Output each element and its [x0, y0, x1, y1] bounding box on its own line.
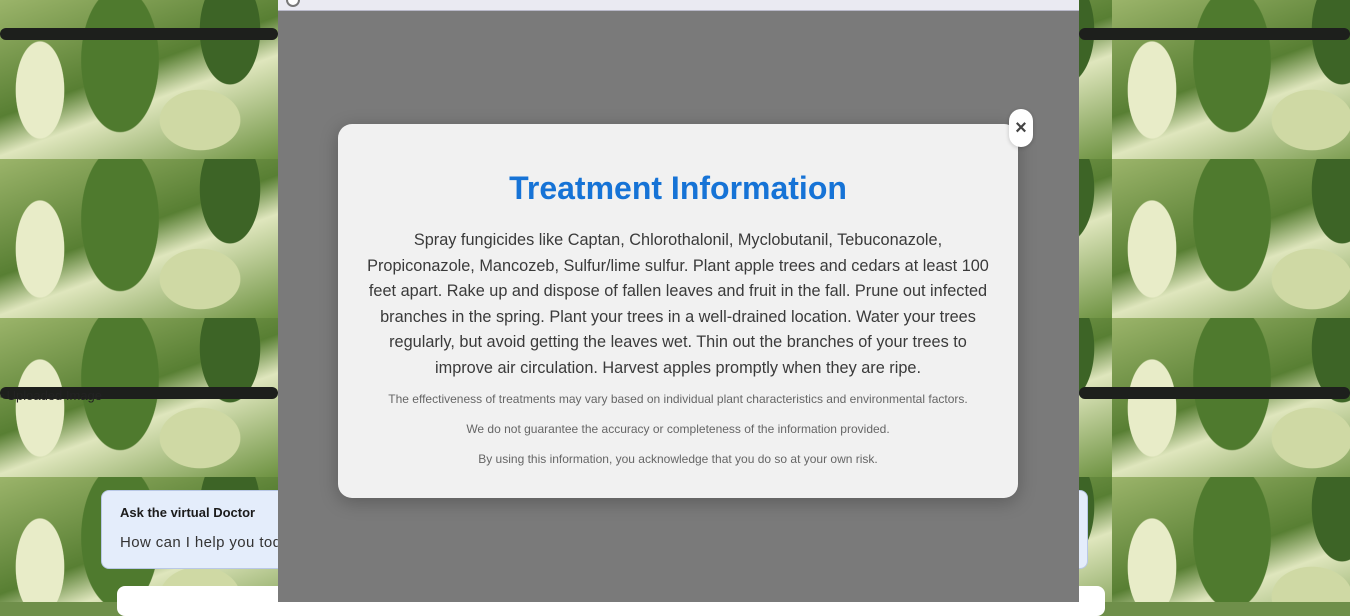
- disclaimer-effectiveness: The effectiveness of treatments may vary…: [388, 392, 968, 406]
- uploaded-image-broken: Uploaded Image: [0, 388, 102, 403]
- disclaimer-accuracy: We do not guarantee the accuracy or comp…: [466, 422, 890, 436]
- stethoscope-tube-decoration: [1079, 28, 1350, 40]
- modal-title: Treatment Information: [509, 170, 847, 206]
- chat-message: How can I help you toda: [120, 534, 291, 551]
- stethoscope-tube-decoration: [0, 28, 278, 40]
- close-button[interactable]: ×: [1009, 109, 1033, 147]
- disclaimer-risk: By using this information, you acknowled…: [478, 452, 878, 466]
- window-titlebar: [278, 0, 1079, 11]
- treatment-modal: Treatment Information Spray fungicides l…: [338, 124, 1018, 498]
- stethoscope-tube-decoration: [1079, 387, 1350, 399]
- treatment-description: Spray fungicides like Captan, Chlorothal…: [367, 231, 989, 377]
- close-icon: ×: [1015, 116, 1027, 139]
- chat-title: Ask the virtual Doctor: [120, 505, 256, 520]
- window-control-icon[interactable]: [286, 0, 300, 7]
